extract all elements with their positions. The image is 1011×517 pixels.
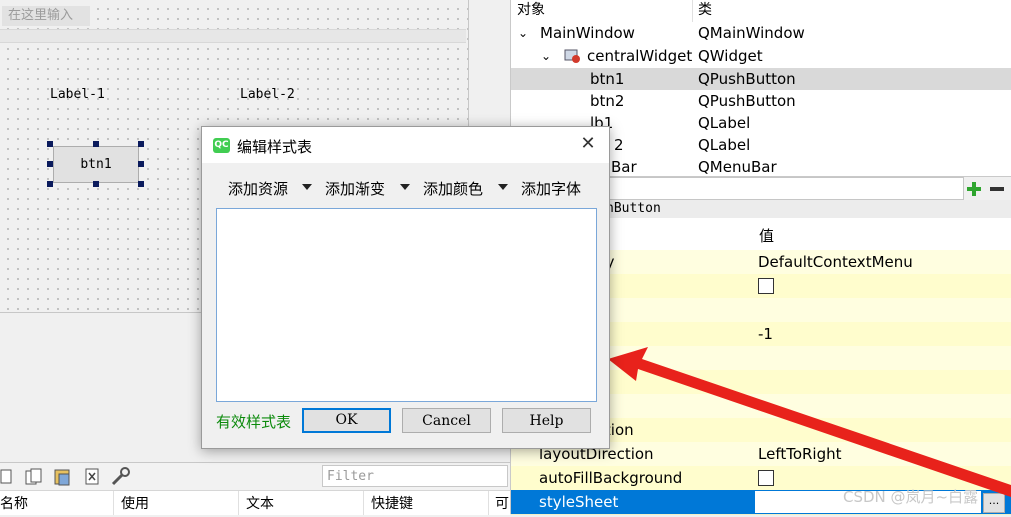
column-text[interactable]: 文本	[246, 491, 274, 517]
header-class[interactable]: 类	[698, 0, 712, 22]
resize-handle-top[interactable]	[93, 141, 99, 147]
remove-property-icon[interactable]	[988, 180, 1006, 198]
property-value[interactable]: -1	[758, 322, 773, 346]
delete-icon[interactable]	[84, 468, 102, 486]
dialog-titlebar[interactable]: QC 编辑样式表 ✕	[202, 127, 609, 163]
btn1-widget[interactable]: btn1	[53, 146, 139, 183]
column-name[interactable]: 名称	[0, 491, 28, 517]
column-checkable[interactable]: 可	[495, 491, 509, 517]
label-1[interactable]: Label-1	[50, 87, 105, 102]
copy-icon[interactable]	[24, 468, 44, 486]
dialog-title: 编辑样式表	[237, 138, 313, 156]
property-checkbox[interactable]	[758, 278, 774, 294]
resize-handle-bottom-left[interactable]	[47, 181, 53, 187]
resize-handle-bottom[interactable]	[93, 181, 99, 187]
watermark: CSDN @岚月~白露	[843, 488, 979, 506]
chevron-down-icon[interactable]: ⌄	[518, 22, 528, 44]
add-color-menu[interactable]: 添加颜色	[423, 178, 483, 199]
object-name: MainWindow	[540, 24, 635, 42]
tree-row-btn2[interactable]: btn2 QPushButton	[511, 90, 1011, 112]
resize-handle-right[interactable]	[138, 161, 144, 167]
column-divider	[363, 491, 364, 515]
column-used[interactable]: 使用	[121, 491, 149, 517]
stylesheet-text-editor[interactable]	[216, 208, 597, 402]
qt-logo-icon: QC	[213, 138, 230, 153]
section-title: nButton	[606, 201, 661, 216]
object-class: QLabel	[698, 136, 751, 154]
object-name: btn2	[590, 92, 625, 110]
header-object[interactable]: 对象	[517, 0, 545, 22]
toolbar-strip	[0, 29, 466, 43]
dropdown-arrow-icon[interactable]	[498, 184, 508, 190]
column-shortcut[interactable]: 快捷键	[371, 491, 413, 517]
chevron-down-icon[interactable]: ⌄	[541, 45, 551, 67]
object-name: btn1	[590, 70, 625, 88]
object-name: 2	[614, 136, 624, 154]
resize-handle-bottom-right[interactable]	[138, 181, 144, 187]
tree-row-mainwindow[interactable]: ⌄ MainWindow QMainWindow	[511, 22, 1011, 44]
add-resource-menu[interactable]: 添加资源	[228, 178, 288, 199]
property-value[interactable]: DefaultContextMenu	[758, 250, 913, 274]
dropdown-arrow-icon[interactable]	[302, 184, 312, 190]
tree-row-btn1[interactable]: btn1 QPushButton	[511, 68, 1011, 90]
object-class: QMenuBar	[698, 158, 777, 176]
ok-button[interactable]: OK	[302, 408, 391, 433]
wrench-icon[interactable]	[110, 467, 132, 487]
object-class: QMainWindow	[698, 24, 805, 42]
object-class: QPushButton	[698, 92, 796, 110]
new-action-icon[interactable]	[0, 469, 14, 485]
resize-handle-left[interactable]	[47, 161, 53, 167]
header-divider	[692, 0, 693, 22]
action-table-header: 名称 使用 文本 快捷键 可	[0, 490, 510, 515]
column-divider	[113, 491, 114, 515]
close-icon[interactable]: ✕	[578, 134, 598, 154]
action-filter-input[interactable]: Filter	[322, 465, 508, 487]
property-filter-input[interactable]	[606, 177, 964, 200]
help-button[interactable]: Help	[502, 408, 591, 433]
paste-icon[interactable]	[53, 468, 73, 486]
resize-handle-top-right[interactable]	[138, 141, 144, 147]
menu-type-here-placeholder[interactable]: 在这里输入	[2, 6, 90, 26]
header-value[interactable]: 值	[759, 225, 774, 246]
label-2[interactable]: Label-2	[240, 87, 295, 102]
widget-icon	[564, 49, 580, 63]
resize-handle-top-left[interactable]	[47, 141, 53, 147]
object-name: centralWidget	[587, 47, 693, 65]
add-property-icon[interactable]	[965, 180, 983, 198]
object-name: Bar	[611, 158, 637, 176]
add-gradient-menu[interactable]: 添加渐变	[325, 178, 385, 199]
tree-row-centralwidget[interactable]: ⌄ centralWidget QWidget	[511, 45, 1011, 67]
valid-stylesheet-label: 有效样式表	[216, 413, 292, 431]
column-divider	[238, 491, 239, 515]
dropdown-arrow-icon[interactable]	[400, 184, 410, 190]
object-class: QPushButton	[698, 70, 796, 88]
add-font-button[interactable]: 添加字体	[521, 178, 581, 199]
edit-stylesheet-dialog: QC 编辑样式表 ✕ 添加资源 添加渐变 添加颜色 添加字体 有效样式表 OK …	[201, 126, 610, 449]
object-class: QLabel	[698, 114, 751, 132]
column-divider	[488, 491, 489, 515]
object-class: QWidget	[698, 47, 763, 65]
cancel-button[interactable]: Cancel	[402, 408, 491, 433]
